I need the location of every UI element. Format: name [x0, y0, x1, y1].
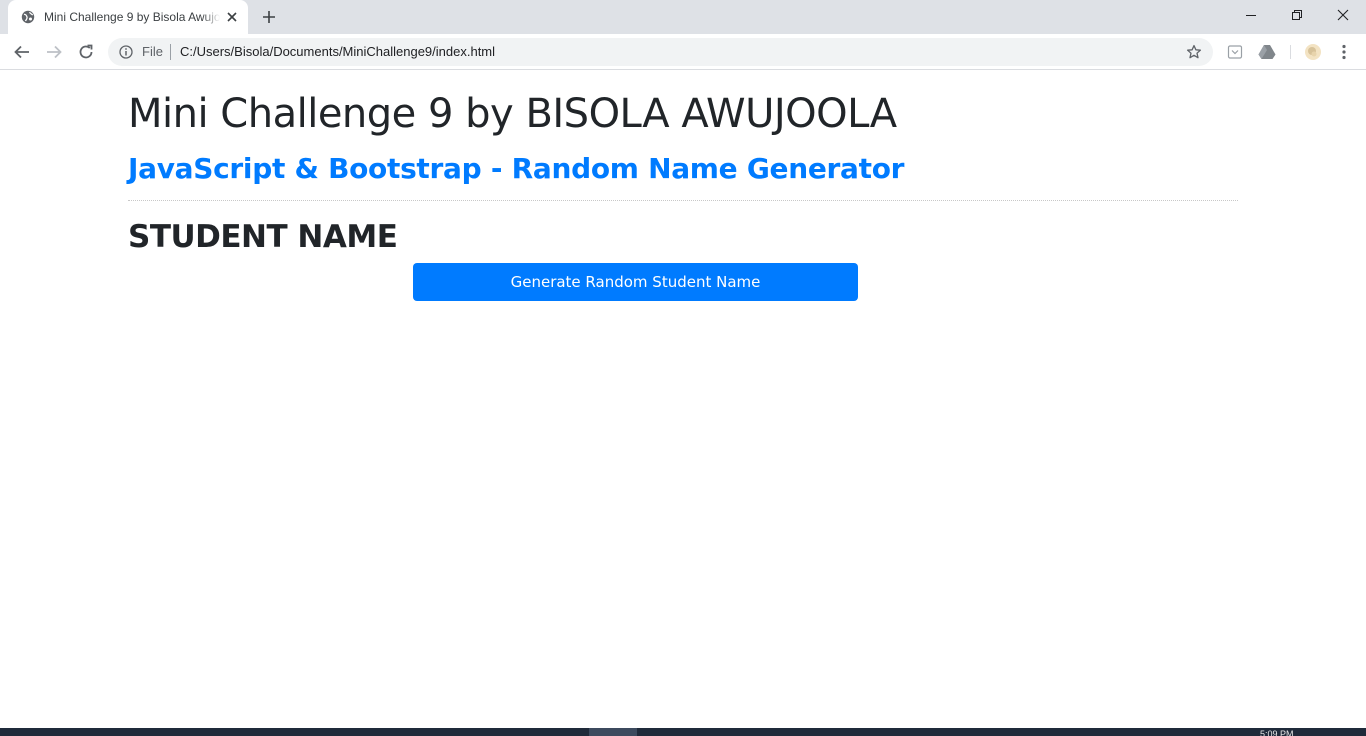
reload-icon[interactable]	[76, 42, 96, 62]
google-drive-icon[interactable]	[1258, 43, 1276, 61]
forward-arrow-icon[interactable]	[44, 42, 64, 62]
taskbar-clock: 5:09 PM	[1260, 730, 1294, 736]
minimize-window-button[interactable]	[1228, 0, 1274, 30]
bookmark-star-icon[interactable]	[1186, 44, 1202, 60]
page-content: Mini Challenge 9 by BISOLA AWUJOOLA Java…	[0, 71, 1366, 728]
close-icon	[1337, 9, 1349, 21]
tab-strip: Mini Challenge 9 by Bisola Awujoola	[0, 0, 1366, 34]
profile-avatar-icon[interactable]	[1304, 43, 1322, 61]
page-title: Mini Challenge 9 by BISOLA AWUJOOLA	[128, 91, 897, 137]
minimize-icon	[1246, 15, 1256, 16]
more-menu-icon[interactable]	[1335, 43, 1353, 61]
info-icon[interactable]	[119, 45, 133, 59]
toolbar-divider	[1290, 45, 1291, 59]
taskbar-active-app[interactable]	[589, 728, 637, 736]
student-name-heading: STUDENT NAME	[128, 219, 398, 255]
page-subtitle: JavaScript & Bootstrap - Random Name Gen…	[128, 152, 905, 185]
browser-tab[interactable]: Mini Challenge 9 by Bisola Awujoola	[8, 0, 248, 34]
tab-title: Mini Challenge 9 by Bisola Awujoola	[44, 10, 220, 24]
generate-random-name-button[interactable]: Generate Random Student Name	[413, 263, 858, 301]
address-divider	[170, 44, 171, 60]
back-arrow-icon[interactable]	[12, 42, 32, 62]
restore-window-button[interactable]	[1274, 0, 1320, 30]
globe-icon	[21, 10, 35, 24]
url-text[interactable]: C:/Users/Bisola/Documents/MiniChallenge9…	[180, 45, 495, 59]
os-taskbar: 5:09 PM	[0, 728, 1366, 736]
restore-icon	[1292, 10, 1302, 20]
scheme-label: File	[142, 44, 163, 59]
extension-pocket-icon[interactable]	[1226, 43, 1244, 61]
browser-toolbar: File C:/Users/Bisola/Documents/MiniChall…	[0, 34, 1366, 70]
new-tab-plus-icon[interactable]	[260, 8, 278, 26]
close-tab-icon[interactable]	[224, 9, 240, 25]
divider	[128, 200, 1238, 201]
close-window-button[interactable]	[1320, 0, 1366, 30]
address-bar[interactable]: File C:/Users/Bisola/Documents/MiniChall…	[108, 38, 1213, 66]
